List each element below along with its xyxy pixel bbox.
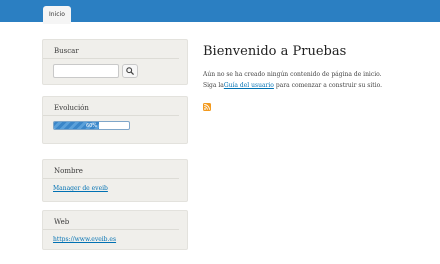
user-guide-link[interactable]: Guía del usuario bbox=[224, 82, 274, 89]
intro-line-2: Siga laGuía del usuario para comenzar a … bbox=[203, 80, 433, 91]
search-row bbox=[53, 64, 138, 78]
nombre-block-title: Nombre bbox=[43, 160, 179, 179]
evolucion-block: Evolución 60% bbox=[42, 96, 188, 144]
web-block: Web https://www.eveib.es bbox=[42, 210, 188, 250]
search-block-title: Buscar bbox=[43, 40, 179, 59]
search-block: Buscar bbox=[42, 39, 188, 85]
search-icon bbox=[126, 67, 134, 75]
search-button[interactable] bbox=[122, 64, 138, 78]
evolucion-block-title: Evolución bbox=[43, 97, 179, 116]
intro-text: Aún no se ha creado ningún contenido de … bbox=[203, 69, 433, 91]
rss-feed-icon[interactable] bbox=[203, 103, 211, 111]
tab-inicio[interactable]: Inicio bbox=[43, 6, 71, 24]
page-title: Bienvenido a Pruebas bbox=[203, 44, 347, 59]
intro-line-1: Aún no se ha creado ningún contenido de … bbox=[203, 71, 382, 78]
web-link[interactable]: https://www.eveib.es bbox=[53, 236, 116, 243]
web-block-title: Web bbox=[43, 211, 179, 230]
nombre-link[interactable]: Manager de eveib bbox=[53, 185, 108, 192]
progress-label: 60% bbox=[85, 123, 98, 129]
progress-bar: 60% bbox=[53, 121, 130, 130]
nombre-block: Nombre Manager de eveib bbox=[42, 159, 188, 202]
intro-line-2-pre: Siga la bbox=[203, 82, 224, 89]
top-bar: Inicio bbox=[0, 0, 440, 24]
intro-line-2-post: para comenzar a construir su sitio. bbox=[273, 82, 383, 89]
search-input[interactable] bbox=[53, 64, 119, 78]
